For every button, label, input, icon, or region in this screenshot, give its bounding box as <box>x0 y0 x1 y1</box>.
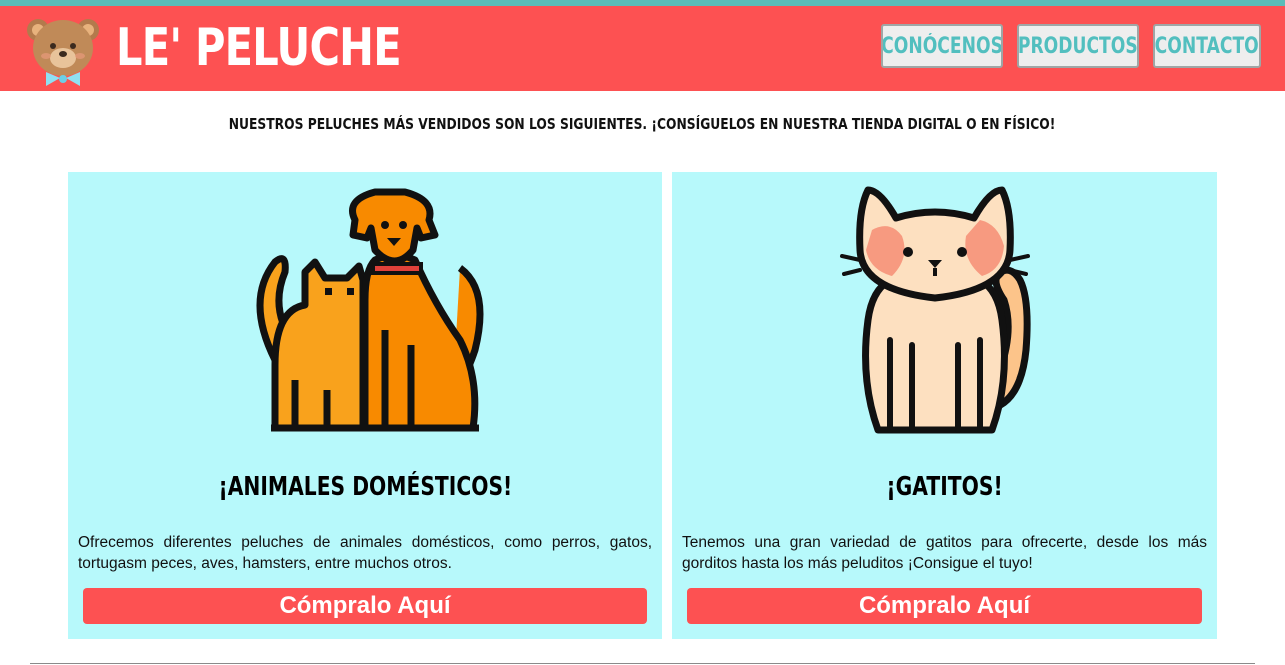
site-header: LE' PELUCHE CONÓCENOS PRODUCTOS CONTACTO <box>0 6 1285 91</box>
buy-button[interactable]: Cómpralo Aquí <box>83 588 647 624</box>
intro-text: NUESTROS PELUCHES MÁS VENDIDOS SON LOS S… <box>0 112 1285 136</box>
footer-divider <box>30 663 1255 664</box>
nav-productos-button[interactable]: PRODUCTOS <box>1017 24 1139 68</box>
buy-button[interactable]: Cómpralo Aquí <box>687 588 1202 624</box>
card-title-label: ¡ANIMALES DOMÉSTICOS! <box>218 472 512 502</box>
nav-contacto-button[interactable]: CONTACTO <box>1153 24 1261 68</box>
product-card-gatitos: ¡GATITOS! Tenemos una gran variedad de g… <box>672 172 1217 639</box>
card-title: ¡GATITOS! <box>672 472 1217 502</box>
product-card-domesticos: ¡ANIMALES DOMÉSTICOS! Ofrecemos diferent… <box>68 172 662 639</box>
intro-label: NUESTROS PELUCHES MÁS VENDIDOS SON LOS S… <box>229 115 1056 133</box>
main-nav: CONÓCENOS PRODUCTOS CONTACTO <box>881 24 1261 68</box>
teddy-bear-icon[interactable] <box>24 16 102 88</box>
nav-contacto-label: CONTACTO <box>1154 33 1260 59</box>
card-title-label: ¡GATITOS! <box>886 472 1003 502</box>
card-description: Ofrecemos diferentes peluches de animale… <box>78 534 652 572</box>
cat-icon <box>672 180 1217 450</box>
nav-conocenos-button[interactable]: CONÓCENOS <box>881 24 1003 68</box>
nav-productos-label: PRODUCTOS <box>1018 33 1138 59</box>
card-title: ¡ANIMALES DOMÉSTICOS! <box>68 472 662 502</box>
card-description: Tenemos una gran variedad de gatitos par… <box>682 534 1207 572</box>
dog-and-cat-icon <box>68 180 662 450</box>
nav-conocenos-label: CONÓCENOS <box>881 33 1003 59</box>
brand-title: LE' PELUCHE <box>116 18 402 78</box>
